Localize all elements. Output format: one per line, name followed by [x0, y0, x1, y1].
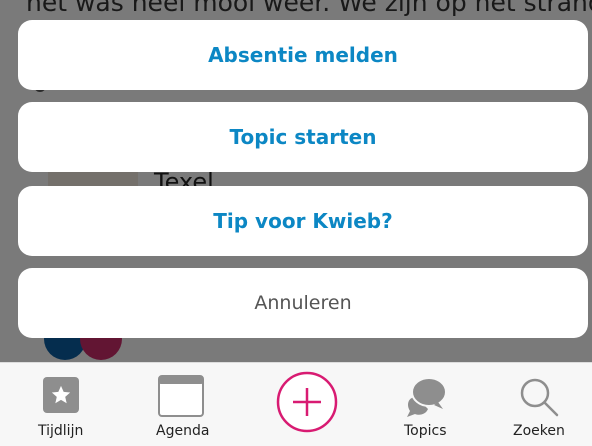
plus-icon	[276, 371, 338, 437]
star-icon	[43, 377, 79, 413]
chat-bubbles-icon	[404, 375, 448, 423]
tab-zoeken[interactable]: Zoeken	[503, 363, 573, 446]
tab-label: Tijdlijn	[38, 423, 84, 439]
tab-label: Zoeken	[513, 423, 565, 439]
tab-agenda[interactable]: Agenda	[146, 363, 216, 446]
tab-bar: Tijdlijn Agenda Topics Zoeken	[0, 362, 592, 446]
tip-button[interactable]: Tip voor Kwieb?	[18, 186, 588, 256]
tab-label: Topics	[404, 423, 447, 439]
app-screen: het was heel mooi weer. We zijn op het s…	[0, 0, 592, 446]
calendar-icon	[158, 375, 204, 421]
tab-topics[interactable]: Topics	[390, 363, 460, 446]
tab-create[interactable]	[270, 363, 340, 446]
tab-tijdlijn[interactable]: Tijdlijn	[24, 363, 94, 446]
cancel-button[interactable]: Annuleren	[18, 268, 588, 338]
start-topic-button[interactable]: Topic starten	[18, 102, 588, 172]
tab-label: Agenda	[156, 423, 210, 439]
search-icon	[517, 375, 561, 423]
report-absence-button[interactable]: Absentie melden	[18, 20, 588, 90]
